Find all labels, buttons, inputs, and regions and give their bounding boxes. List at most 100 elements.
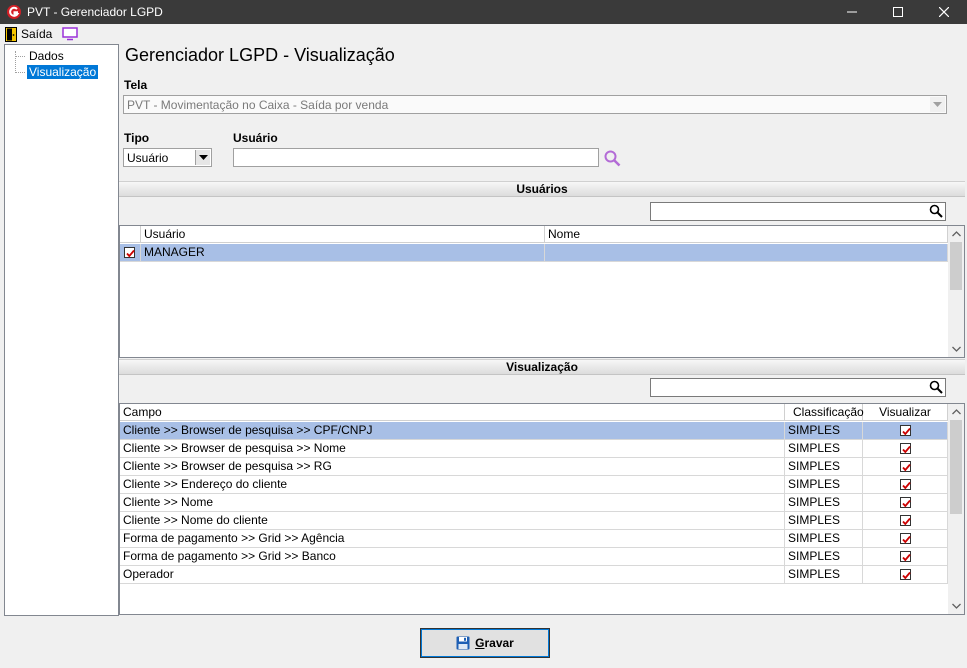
close-icon bbox=[939, 7, 949, 17]
chevron-down-icon[interactable] bbox=[930, 97, 945, 112]
row-checkbox[interactable] bbox=[124, 247, 135, 258]
usuario-input[interactable] bbox=[233, 148, 599, 167]
maximize-button[interactable] bbox=[875, 0, 921, 24]
table-row[interactable]: MANAGER bbox=[120, 244, 948, 262]
cell-classificacao: SIMPLES bbox=[785, 476, 863, 494]
cell-classificacao: SIMPLES bbox=[785, 548, 863, 566]
table-row[interactable]: Forma de pagamento >> Grid >> Banco SIMPL… bbox=[120, 548, 948, 566]
title-bar: PVT - Gerenciador LGPD bbox=[0, 0, 967, 24]
scroll-up-icon[interactable] bbox=[948, 226, 964, 242]
cell-visualizar bbox=[863, 530, 948, 548]
minimize-icon bbox=[847, 11, 857, 13]
cell-visualizar bbox=[863, 566, 948, 584]
cell-campo: Forma de pagamento >> Grid >> Banco bbox=[120, 548, 785, 566]
menu-bar: Saída bbox=[0, 24, 967, 44]
visualizar-checkbox[interactable] bbox=[900, 425, 911, 436]
save-button-label: Gravar bbox=[475, 636, 514, 650]
cell-classificacao: SIMPLES bbox=[785, 422, 863, 440]
scroll-thumb[interactable] bbox=[950, 242, 962, 290]
column-header-campo[interactable]: Campo bbox=[120, 404, 785, 421]
exit-label: Saída bbox=[21, 27, 53, 41]
exit-door-icon bbox=[5, 26, 17, 42]
tree-item-dados[interactable]: Dados bbox=[15, 49, 66, 63]
visualizar-checkbox[interactable] bbox=[900, 569, 911, 580]
page-title: Gerenciador LGPD - Visualização bbox=[125, 45, 395, 65]
cell-campo: Operador bbox=[120, 566, 785, 584]
monitor-icon[interactable] bbox=[62, 27, 78, 41]
save-button[interactable]: Gravar bbox=[420, 628, 550, 658]
visualizar-checkbox[interactable] bbox=[900, 551, 911, 562]
users-search-input[interactable] bbox=[650, 202, 946, 221]
users-section-header: Usuários bbox=[119, 181, 965, 197]
table-row[interactable]: Cliente >> Endereço do cliente SIMPLES bbox=[120, 476, 948, 494]
cell-classificacao: SIMPLES bbox=[785, 566, 863, 584]
scroll-up-icon[interactable] bbox=[948, 404, 964, 420]
cell-classificacao: SIMPLES bbox=[785, 530, 863, 548]
users-table-header: Usuário Nome bbox=[120, 226, 948, 243]
table-row[interactable]: Cliente >> Browser de pesquisa >> RG SIMP… bbox=[120, 458, 948, 476]
view-table-scrollbar[interactable] bbox=[948, 404, 964, 614]
cell-visualizar bbox=[863, 458, 948, 476]
users-table: Usuário Nome MANAGER bbox=[119, 225, 965, 358]
visualizar-checkbox[interactable] bbox=[900, 515, 911, 526]
cell-classificacao: SIMPLES bbox=[785, 512, 863, 530]
cell-visualizar bbox=[863, 494, 948, 512]
tipo-select-value: Usuário bbox=[127, 151, 169, 165]
tree-item-label: Dados bbox=[29, 49, 64, 63]
table-row[interactable]: Forma de pagamento >> Grid >> Agência SIM… bbox=[120, 530, 948, 548]
search-icon[interactable] bbox=[604, 150, 621, 167]
view-table-header: Campo Classificação Visualizar bbox=[120, 404, 948, 421]
floppy-disk-icon bbox=[456, 636, 470, 650]
minimize-button[interactable] bbox=[829, 0, 875, 24]
column-header-nome[interactable]: Nome bbox=[545, 226, 948, 243]
column-header-classificacao[interactable]: Classificação bbox=[785, 404, 864, 421]
cell-visualizar bbox=[863, 440, 948, 458]
tree-item-visualizacao[interactable]: Visualização bbox=[15, 65, 99, 79]
tela-select-value: PVT - Movimentação no Caixa - Saída por … bbox=[127, 98, 389, 112]
users-table-scrollbar[interactable] bbox=[948, 226, 964, 357]
table-row[interactable]: Operador SIMPLES bbox=[120, 566, 948, 584]
window-title: PVT - Gerenciador LGPD bbox=[27, 5, 163, 19]
exit-menu-item[interactable]: Saída bbox=[5, 26, 52, 42]
tipo-select[interactable]: Usuário bbox=[123, 148, 212, 167]
visualizar-checkbox[interactable] bbox=[900, 461, 911, 472]
view-search-input[interactable] bbox=[650, 378, 946, 397]
column-header-visualizar[interactable]: Visualizar bbox=[863, 404, 948, 421]
table-row[interactable]: Cliente >> Browser de pesquisa >> CPF/CN… bbox=[120, 422, 948, 440]
scroll-down-icon[interactable] bbox=[948, 341, 964, 357]
chevron-down-icon[interactable] bbox=[195, 150, 210, 165]
close-button[interactable] bbox=[921, 0, 967, 24]
navigation-tree: Dados Visualização bbox=[4, 44, 119, 616]
scroll-down-icon[interactable] bbox=[948, 598, 964, 614]
magnifier-icon[interactable] bbox=[929, 380, 943, 394]
maximize-icon bbox=[893, 7, 903, 17]
visualizar-checkbox[interactable] bbox=[900, 533, 911, 544]
cell-nome bbox=[545, 244, 948, 262]
cell-campo: Cliente >> Nome do cliente bbox=[120, 512, 785, 530]
table-row[interactable]: Cliente >> Nome SIMPLES bbox=[120, 494, 948, 512]
tela-select[interactable]: PVT - Movimentação no Caixa - Saída por … bbox=[123, 95, 947, 114]
table-row[interactable]: Cliente >> Nome do cliente SIMPLES bbox=[120, 512, 948, 530]
cell-campo: Cliente >> Browser de pesquisa >> CPF/CN… bbox=[120, 422, 785, 440]
visualizar-checkbox[interactable] bbox=[900, 443, 911, 454]
cell-campo: Cliente >> Endereço do cliente bbox=[120, 476, 785, 494]
tipo-label: Tipo bbox=[124, 131, 150, 145]
visualizar-checkbox[interactable] bbox=[900, 497, 911, 508]
scroll-thumb[interactable] bbox=[950, 420, 962, 514]
table-row[interactable]: Cliente >> Browser de pesquisa >> Nome SI… bbox=[120, 440, 948, 458]
cell-visualizar bbox=[863, 422, 948, 440]
app-logo-icon bbox=[7, 5, 21, 19]
cell-campo: Cliente >> Browser de pesquisa >> Nome bbox=[120, 440, 785, 458]
cell-usuario: MANAGER bbox=[141, 244, 545, 262]
usuario-label: Usuário bbox=[233, 131, 278, 145]
tela-label: Tela bbox=[124, 78, 148, 92]
column-header-usuario[interactable]: Usuário bbox=[141, 226, 545, 243]
visualizar-checkbox[interactable] bbox=[900, 479, 911, 490]
magnifier-icon[interactable] bbox=[929, 204, 943, 218]
cell-classificacao: SIMPLES bbox=[785, 494, 863, 512]
view-table: Campo Classificação Visualizar Cliente >… bbox=[119, 403, 965, 615]
cell-visualizar bbox=[863, 548, 948, 566]
cell-visualizar bbox=[863, 476, 948, 494]
cell-campo: Cliente >> Nome bbox=[120, 494, 785, 512]
cell-classificacao: SIMPLES bbox=[785, 440, 863, 458]
